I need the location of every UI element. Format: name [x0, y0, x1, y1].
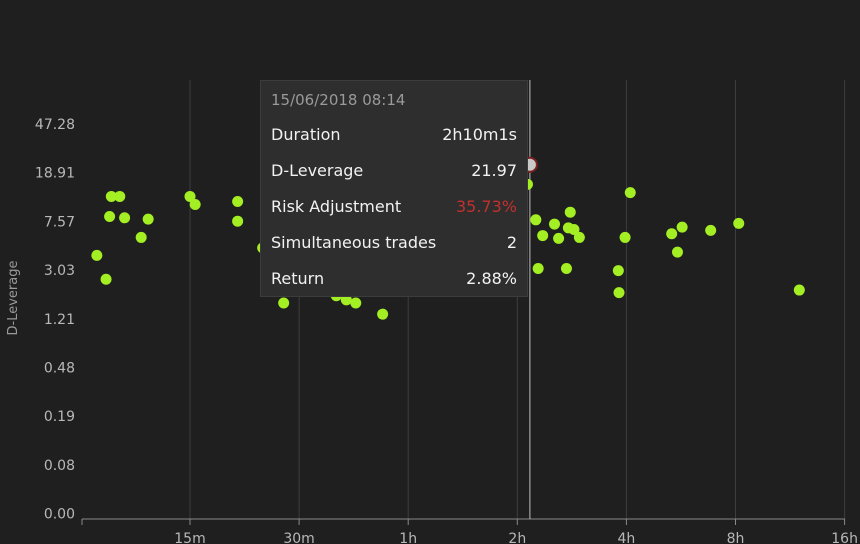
- tooltip-value: 2: [506, 233, 517, 252]
- x-tick-label: 15m: [174, 531, 205, 544]
- y-tick-label: 0.00: [44, 507, 75, 523]
- tooltip-value: 2.88%: [466, 269, 517, 288]
- tooltip-row-duration: Duration 2h10m1s: [271, 117, 517, 153]
- tooltip-row-d-leverage: D-Leverage 21.97: [271, 153, 517, 189]
- data-point[interactable]: [532, 263, 544, 275]
- data-point[interactable]: [676, 221, 688, 233]
- y-tick-label: 7.57: [44, 214, 75, 230]
- tooltip-row-risk-adjustment: Risk Adjustment 35.73%: [271, 189, 517, 225]
- tooltip-label: D-Leverage: [271, 161, 364, 180]
- data-point[interactable]: [549, 218, 561, 230]
- tooltip-label: Risk Adjustment: [271, 197, 402, 216]
- tooltip-value: 35.73%: [455, 197, 517, 216]
- y-tick-label: 0.08: [44, 458, 75, 474]
- data-point[interactable]: [624, 187, 636, 199]
- data-point[interactable]: [560, 263, 572, 275]
- y-tick-label: 3.03: [44, 263, 75, 279]
- x-tick-label: 2h: [508, 531, 526, 544]
- data-point[interactable]: [573, 231, 585, 243]
- data-point[interactable]: [613, 287, 625, 299]
- y-tick-label: 47.28: [35, 117, 75, 133]
- data-point[interactable]: [530, 214, 542, 226]
- x-tick-label: 30m: [283, 531, 314, 544]
- data-point[interactable]: [564, 206, 576, 218]
- data-point[interactable]: [232, 196, 244, 208]
- y-tick-label: 1.21: [44, 312, 75, 328]
- x-tick-label: 4h: [618, 531, 636, 544]
- data-point[interactable]: [793, 284, 805, 296]
- data-point[interactable]: [104, 211, 116, 223]
- data-point[interactable]: [612, 265, 624, 277]
- data-point[interactable]: [189, 199, 201, 211]
- data-point[interactable]: [553, 232, 565, 244]
- data-point[interactable]: [100, 273, 112, 285]
- x-tick-label: 16h: [831, 531, 858, 544]
- tooltip: 15/06/2018 08:14 Duration 2h10m1s D-Leve…: [260, 80, 528, 297]
- data-point[interactable]: [666, 228, 678, 240]
- x-axis: 15m 30m 1h 2h 4h 8h 16h: [81, 518, 858, 544]
- tooltip-row-simultaneous-trades: Simultaneous trades 2: [271, 225, 517, 261]
- tooltip-timestamp: 15/06/2018 08:14: [271, 91, 406, 109]
- data-point[interactable]: [278, 297, 290, 309]
- y-tick-label: 0.19: [44, 409, 75, 425]
- data-point[interactable]: [114, 190, 126, 202]
- data-point[interactable]: [619, 231, 631, 243]
- data-point[interactable]: [91, 249, 103, 261]
- tooltip-value: 21.97: [471, 161, 517, 180]
- data-point[interactable]: [733, 217, 745, 229]
- y-tick-label: 18.91: [35, 166, 75, 182]
- tooltip-value: 2h10m1s: [442, 125, 517, 144]
- x-tick-label: 8h: [727, 531, 745, 544]
- tooltip-label: Duration: [271, 125, 341, 144]
- y-axis: 0.00 0.08 0.19 0.48 1.21 3.03 7.57 18.91 47.28: [35, 117, 75, 523]
- data-point[interactable]: [142, 213, 154, 225]
- data-point[interactable]: [377, 308, 389, 320]
- y-tick-label: 0.48: [44, 361, 75, 377]
- y-axis-title: D-Leverage: [6, 261, 21, 336]
- data-point[interactable]: [232, 215, 244, 227]
- x-tick-label: 1h: [399, 531, 417, 544]
- data-point[interactable]: [705, 224, 717, 236]
- tooltip-label: Return: [271, 269, 325, 288]
- tooltip-label: Simultaneous trades: [271, 233, 437, 252]
- data-point[interactable]: [135, 231, 147, 243]
- data-point[interactable]: [537, 230, 549, 242]
- data-point[interactable]: [119, 212, 131, 224]
- tooltip-row-return: Return 2.88%: [271, 261, 517, 297]
- data-point[interactable]: [350, 297, 362, 309]
- data-point[interactable]: [671, 246, 683, 258]
